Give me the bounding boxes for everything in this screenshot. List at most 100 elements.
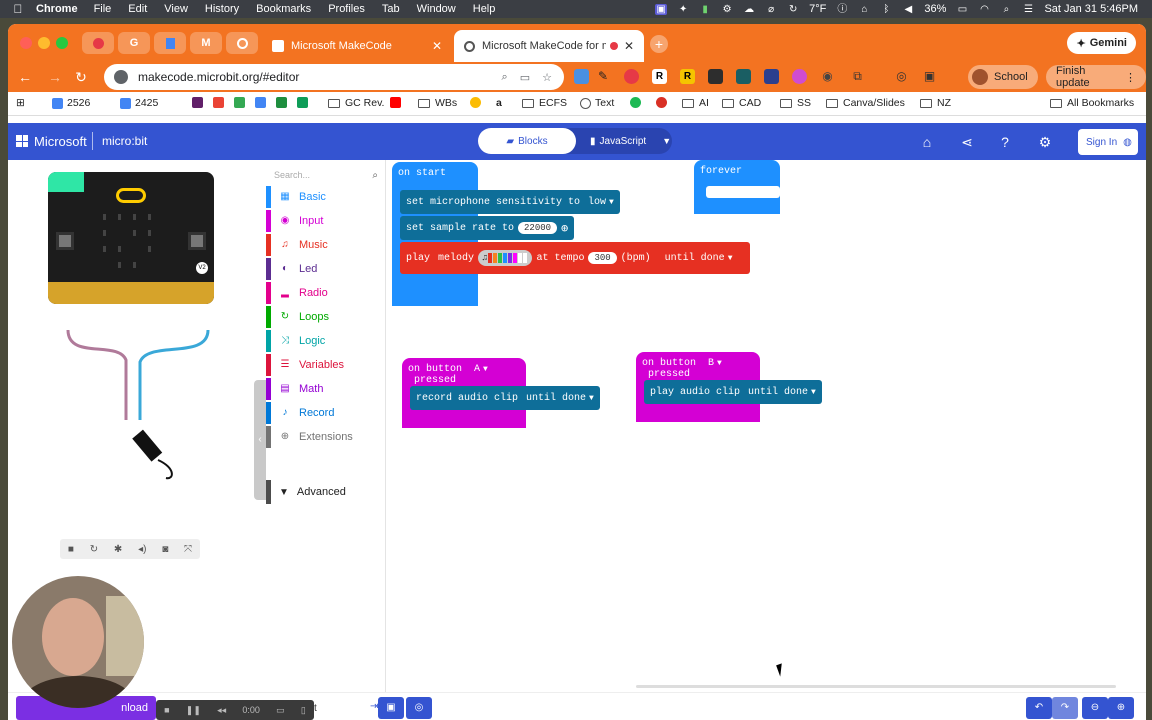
youtube-icon[interactable] — [390, 97, 405, 108]
camera-icon[interactable]: ◉ — [820, 69, 835, 84]
fullscreen-icon[interactable]: ⤧ — [184, 544, 192, 555]
site-info-icon[interactable] — [114, 70, 128, 84]
category-loops[interactable]: ↻ Loops — [266, 306, 386, 328]
classroom-icon[interactable] — [276, 97, 287, 108]
bookmark-ai[interactable]: AI — [682, 97, 709, 109]
undo-button[interactable]: ↶ — [1026, 697, 1052, 719]
extension-colorful-icon[interactable] — [792, 69, 807, 84]
pen-icon[interactable]: ✎ — [598, 69, 613, 84]
zoom-icon[interactable]: ⌕ — [502, 71, 508, 84]
pause-icon[interactable]: ❚❚ — [186, 705, 201, 716]
back-button[interactable]: ← — [16, 68, 34, 86]
record-audio-clip-block[interactable]: record audio clip until done ▼ — [410, 386, 600, 410]
javascript-tab[interactable]: ▮ JavaScript — [590, 136, 646, 147]
url-text[interactable]: makecode.microbit.org/#editor — [138, 70, 299, 84]
button-b[interactable] — [188, 232, 206, 250]
bookmark-star-icon[interactable]: ☆ — [542, 71, 552, 84]
until-done-dropdown[interactable]: until done ▼ — [748, 387, 816, 398]
lock-icon[interactable]: ⌂ — [858, 4, 870, 15]
menu-profiles[interactable]: Profiles — [328, 3, 365, 15]
button-a-dropdown[interactable]: A ▼ — [474, 364, 488, 375]
photos-icon[interactable] — [470, 97, 485, 108]
bookmark-cad[interactable]: CAD — [722, 97, 761, 109]
adblock-icon[interactable] — [624, 69, 639, 84]
extension-k-icon[interactable] — [736, 69, 751, 84]
bookmark-ss[interactable]: SS — [780, 97, 811, 109]
apps-icon[interactable]: ⊞ — [16, 97, 25, 109]
category-radio[interactable]: ▂ Radio — [266, 282, 386, 304]
save-button[interactable]: ▣ — [378, 697, 404, 719]
set-sample-rate-block[interactable]: set sample rate to 22000 ⊕ — [400, 216, 575, 240]
close-tab-icon[interactable]: ✕ — [624, 39, 634, 53]
bookmark-wbs[interactable]: WBs — [418, 97, 457, 109]
clock[interactable]: Sat Jan 31 5:46PM — [1044, 3, 1138, 15]
category-advanced[interactable]: ▼ Advanced — [266, 480, 386, 504]
microsoft-label[interactable]: Microsoft — [34, 134, 87, 149]
project-name-input[interactable]: t — [314, 700, 372, 718]
search-icon[interactable]: ⌕ — [1000, 4, 1012, 15]
tab-makecode-1[interactable]: Microsoft MakeCode ✕ — [262, 30, 452, 62]
sheets-icon[interactable] — [297, 97, 308, 108]
menu-view[interactable]: View — [164, 3, 188, 15]
sound-icon[interactable]: ◀ — [902, 4, 914, 15]
bookmark-gc-rev[interactable]: GC Rev. — [328, 97, 384, 109]
close-window-button[interactable] — [20, 37, 32, 49]
pinned-tab-record[interactable] — [82, 32, 114, 54]
control-center-icon[interactable]: ☰ — [1022, 4, 1034, 15]
share-icon[interactable]: ⋖ — [958, 133, 976, 151]
tab-makecode-2[interactable]: Microsoft MakeCode for m ✕ — [454, 30, 644, 62]
amazon-icon[interactable]: a — [496, 97, 502, 109]
mic-sensitivity-dropdown[interactable]: low ▼ — [588, 197, 614, 208]
gmail-icon[interactable] — [213, 97, 224, 108]
menu-tab[interactable]: Tab — [382, 3, 400, 15]
gear-icon[interactable]: ⚙ — [721, 4, 733, 15]
cloud-icon[interactable]: ☁ — [743, 4, 755, 15]
bookmark-canva[interactable]: Canva/Slides — [826, 97, 905, 109]
slack-icon[interactable] — [192, 97, 203, 108]
bookmark-2425[interactable]: 2425 — [120, 97, 158, 109]
bookmark-text[interactable]: Text — [580, 97, 614, 109]
stop-record-icon[interactable]: ■ — [164, 705, 169, 715]
menu-edit[interactable]: Edit — [128, 3, 147, 15]
extension-x-icon[interactable] — [764, 69, 779, 84]
apple-icon[interactable]:  — [0, 2, 36, 16]
menu-history[interactable]: History — [205, 3, 239, 15]
extension-bm-icon[interactable] — [656, 97, 671, 108]
finish-update-button[interactable]: Finish update ⋮ — [1046, 65, 1146, 89]
touch-logo[interactable] — [116, 188, 146, 203]
drive-icon[interactable] — [234, 97, 245, 108]
spotify-icon[interactable] — [630, 97, 645, 108]
plus-circle-icon[interactable]: ⊕ — [561, 221, 568, 236]
category-led[interactable]: ◐ Led — [266, 258, 386, 280]
new-tab-button[interactable]: + — [650, 35, 668, 53]
media-icon[interactable]: ◎ — [894, 69, 909, 84]
play-melody-block[interactable]: play melody ♫ at tempo 300 (bpm) until d… — [400, 242, 750, 274]
menu-help[interactable]: Help — [473, 3, 496, 15]
bookmark-all[interactable]: All Bookmarks — [1050, 97, 1134, 109]
screen-icon[interactable] — [708, 69, 723, 84]
github-button[interactable]: ◎ — [406, 697, 432, 719]
play-audio-clip-block[interactable]: play audio clip until done ▼ — [644, 380, 822, 404]
address-bar[interactable]: makecode.microbit.org/#editor ⌕ ▭ ☆ — [104, 64, 564, 90]
sync-icon[interactable]: ↻ — [787, 4, 799, 15]
category-variables[interactable]: ☰ Variables — [266, 354, 386, 376]
melody-editor[interactable]: ♫ — [478, 250, 533, 266]
forever-block[interactable]: forever — [694, 160, 780, 214]
blocks-workspace[interactable]: on start set microphone sensitivity to l… — [386, 160, 1146, 692]
menu-file[interactable]: File — [94, 3, 112, 15]
microbit-logo[interactable]: micro:bit — [102, 134, 147, 148]
sidepanel-icon[interactable]: ▣ — [922, 69, 937, 84]
blocks-tab[interactable]: ▰ Blocks — [478, 128, 576, 154]
pinned-tab-google[interactable]: G — [118, 32, 150, 54]
tempo-input[interactable]: 300 — [588, 252, 617, 264]
zoom-in-button[interactable]: ⊕ — [1108, 697, 1134, 719]
bookmark-2526[interactable]: 2526 — [52, 97, 90, 109]
workspace-scrollbar[interactable] — [636, 685, 1116, 688]
set-mic-sensitivity-block[interactable]: set microphone sensitivity to low ▼ — [400, 190, 620, 214]
draw-icon[interactable]: ▭ — [276, 705, 285, 716]
home-icon[interactable]: ⌂ — [918, 133, 936, 151]
battery-percent[interactable]: 36% — [924, 3, 946, 15]
battery-icon[interactable]: ▭ — [956, 4, 968, 15]
gemini-button[interactable]: ✦ Gemini — [1067, 32, 1136, 54]
bookmark-ecfs[interactable]: ECFS — [522, 97, 567, 109]
